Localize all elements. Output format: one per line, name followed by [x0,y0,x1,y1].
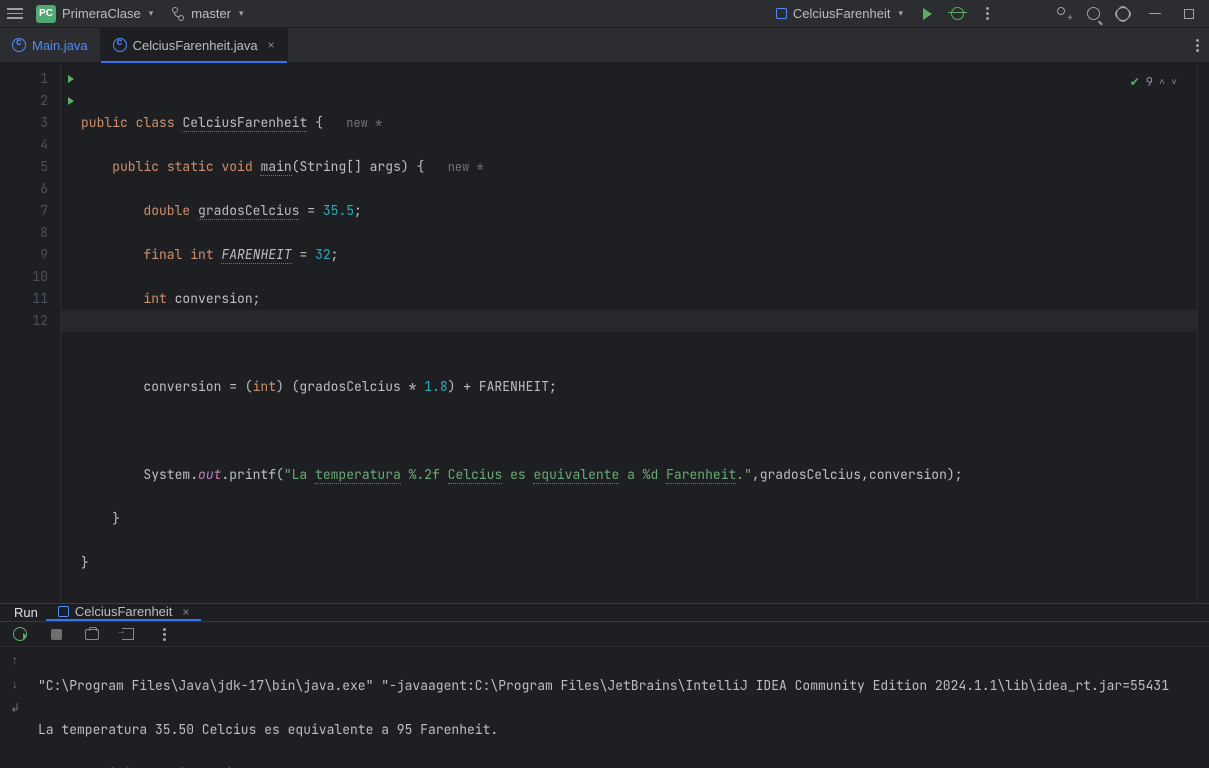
debug-button[interactable] [945,2,969,26]
maximize-icon [1184,9,1194,19]
project-badge: PC [36,5,56,23]
tab-label: Main.java [32,38,88,53]
rerun-icon [13,627,27,641]
more-run-options[interactable] [975,2,999,26]
branch-name: master [191,6,231,21]
vcs-branch-selector[interactable]: master ▾ [165,4,249,23]
git-branch-icon [171,7,185,21]
chevron-up-icon[interactable]: ˄ [1159,71,1165,93]
tab-label: CelciusFarenheit.java [133,38,258,53]
run-config-name: CelciusFarenheit [793,6,891,21]
window-maximize[interactable] [1175,2,1203,26]
editor-tab-celcius[interactable]: CelciusFarenheit.java × [101,28,288,62]
editor-tab-main[interactable]: Main.java [0,28,101,62]
close-tab-icon[interactable]: × [268,38,275,52]
settings-button[interactable] [1111,2,1135,26]
error-stripe[interactable] [1197,63,1209,603]
add-person-icon [1055,6,1071,22]
exit-icon [122,628,134,640]
line-number-gutter: 1 2 3 4 5 6 7 8 9 10 11 12 [0,63,61,603]
stop-icon [51,629,62,640]
code-area[interactable]: public class CelciusFarenheit { new * pu… [61,63,1197,603]
rerun-button[interactable] [8,622,32,646]
search-icon [1087,7,1100,20]
chevron-down-icon: ▾ [239,8,244,19]
bug-icon [951,7,964,20]
chevron-down-icon: ▾ [898,8,903,19]
play-icon [923,8,932,20]
code-with-me-button[interactable] [1051,2,1075,26]
java-class-icon [12,38,26,52]
editor-tab-bar: Main.java CelciusFarenheit.java × [0,28,1209,63]
main-menu-button[interactable] [6,5,24,23]
console-side-toolbar: ↑ ↓ ↲ [0,647,30,768]
scroll-up-icon[interactable]: ↑ [12,653,18,667]
project-name: PrimeraClase [62,6,141,21]
gear-icon [1116,7,1130,21]
soft-wrap-icon[interactable]: ↲ [10,701,20,715]
minimize-icon [1149,13,1161,14]
search-everywhere-button[interactable] [1081,2,1105,26]
chevron-down-icon: ▾ [149,8,154,19]
run-config-selector[interactable]: CelciusFarenheit ▾ [770,4,909,23]
scroll-down-icon[interactable]: ↓ [12,677,18,691]
more-vertical-icon [986,7,989,20]
stop-button[interactable] [44,622,68,646]
console-line: La temperatura 35.50 Celcius es equivale… [38,719,1201,741]
camera-icon [85,629,99,640]
more-vertical-icon [1196,39,1199,52]
inspection-widget[interactable]: ✔ 9 ˄ ˅ [1130,71,1177,93]
run-tw-title: Run [6,604,46,621]
java-class-icon [113,38,127,52]
code-editor[interactable]: 1 2 3 4 5 6 7 8 9 10 11 12 public class … [0,63,1209,603]
editor-tabs-more[interactable] [1186,28,1209,62]
check-icon: ✔ [1130,71,1140,93]
console-line: Process finished with exit code 0 [38,763,1201,768]
inspection-count: 9 [1146,71,1153,93]
window-minimize[interactable] [1141,2,1169,26]
application-icon [58,606,69,617]
current-line-highlight [61,310,1197,332]
application-icon [776,8,787,19]
chevron-down-icon[interactable]: ˅ [1171,71,1177,93]
project-selector[interactable]: PC PrimeraClase ▾ [30,3,159,25]
title-bar: PC PrimeraClase ▾ master ▾ CelciusFarenh… [0,0,1209,28]
run-button[interactable] [915,2,939,26]
